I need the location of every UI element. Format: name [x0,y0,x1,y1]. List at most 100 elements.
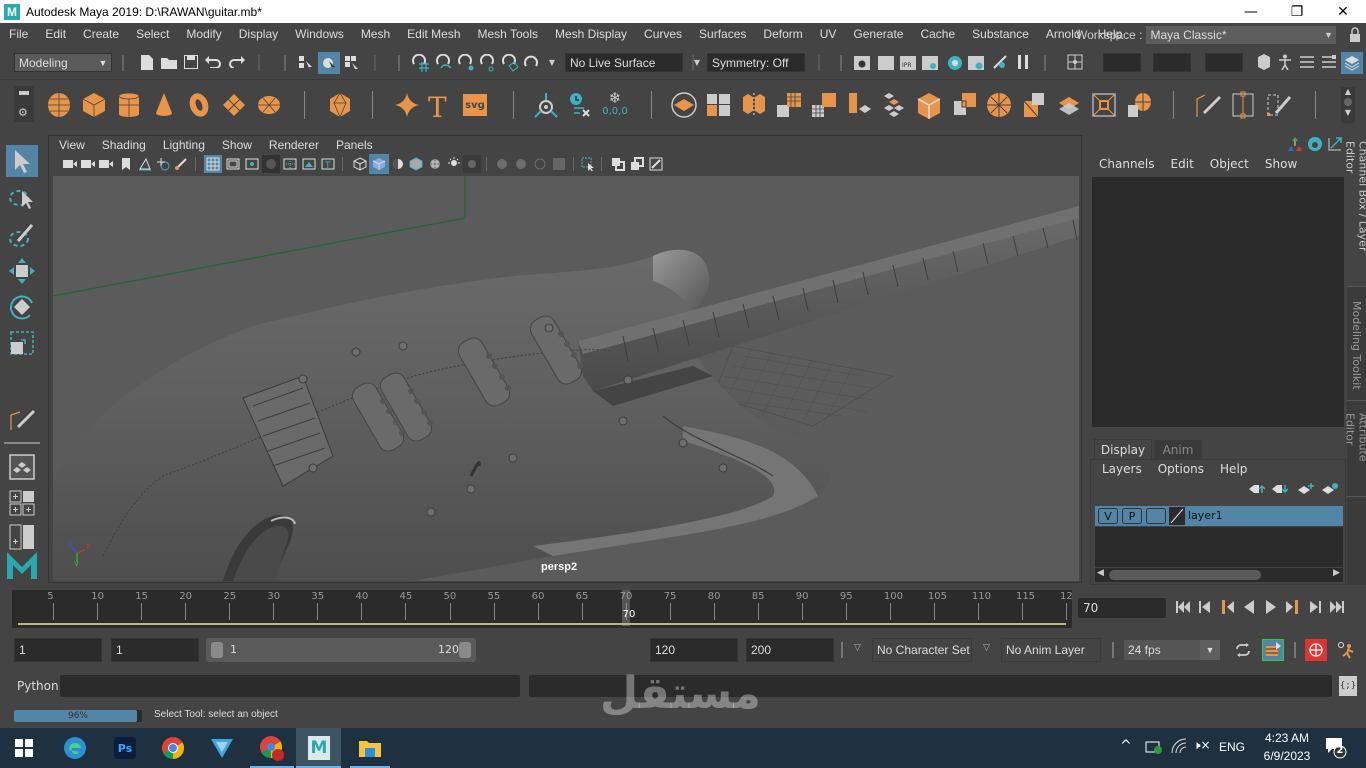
isolate-select-icon[interactable] [579,155,597,173]
minimize-button[interactable]: — [1228,0,1274,23]
scroll-left-icon[interactable]: ◀ [1097,568,1104,578]
menu-curves[interactable]: Curves [635,27,690,41]
depth-of-field-icon[interactable] [550,155,568,173]
new-layer-selected-icon[interactable] [1321,482,1339,496]
channels-menu[interactable]: Channels [1090,157,1163,171]
maximize-button[interactable]: ❐ [1274,0,1320,23]
resolution-gate-icon[interactable] [243,155,261,173]
menu-cache[interactable]: Cache [911,27,963,41]
grid-toggle-icon[interactable] [204,155,222,173]
screen-space-ao-icon[interactable] [493,155,511,173]
pause-viewport-icon[interactable] [1014,53,1032,71]
menu-mesh-display[interactable]: Mesh Display [546,27,635,41]
move-layer-down-icon[interactable] [1271,482,1289,496]
x-input[interactable] [1103,53,1141,72]
default-material-icon[interactable] [389,155,407,173]
channelbox-object-menu[interactable]: Object [1202,157,1257,171]
snap-curve-icon[interactable] [434,53,454,73]
extract-icon[interactable] [810,91,838,119]
menu-edit-mesh[interactable]: Edit Mesh [398,27,468,41]
z-input[interactable] [1205,53,1243,72]
layer-display-type-toggle[interactable] [1146,508,1166,524]
range-slider[interactable]: 1 120 [206,638,476,662]
bookmark-icon[interactable] [120,156,132,172]
textured-icon[interactable] [426,155,444,173]
new-scene-icon[interactable] [138,53,156,71]
step-back-frame-icon[interactable] [1196,598,1214,616]
delete-history-icon[interactable] [566,91,594,119]
polygon-sphere-icon[interactable] [45,91,73,119]
chrome-icon[interactable] [158,733,188,763]
tool-settings-icon[interactable] [1320,53,1338,71]
open-scene-icon[interactable] [160,53,178,71]
scroll-down-icon[interactable]: ▼ [1341,108,1355,117]
range-start-handle[interactable] [211,642,223,658]
2d-pan-zoom-icon[interactable] [155,156,171,172]
channel-box-icon[interactable] [1341,52,1363,74]
clock-date[interactable]: 6/9/2023 [1255,749,1319,763]
menu-create[interactable]: Create [74,27,127,41]
snap-grid-icon[interactable] [410,53,430,73]
workspace-dropdown[interactable]: Maya Classic* ▼ [1146,26,1337,44]
layer-visibility-toggle[interactable]: V [1098,508,1118,524]
safe-action-icon[interactable] [300,155,318,173]
file-explorer-icon[interactable] [355,733,385,763]
svg-icon[interactable]: svg [463,91,491,119]
select-hierarchy-icon[interactable] [296,53,316,73]
move-tool-icon[interactable] [6,255,38,287]
step-forward-key-icon[interactable] [1284,598,1302,616]
four-view-layout-icon[interactable] [6,487,38,519]
make-live-icon[interactable] [500,53,520,73]
channelbox-edit-menu[interactable]: Edit [1163,157,1202,171]
go-to-start-icon[interactable] [1174,598,1192,616]
freeze-transform-icon[interactable]: ❄ 0,0,0 [601,91,629,119]
hypershade-icon[interactable] [945,53,965,73]
edge-slide-icon[interactable] [1264,91,1292,119]
menu-uv[interactable]: UV [811,27,845,41]
auto-key-icon[interactable] [1305,639,1327,661]
camera-attributes-icon[interactable] [98,156,114,172]
layer-horizontal-scrollbar[interactable]: ◀ ▶ [1095,568,1343,582]
polygon-disc-icon[interactable] [255,91,283,119]
menu-windows[interactable]: Windows [286,27,352,41]
move-layer-up-icon[interactable] [1248,482,1266,496]
viewport-menu-lighting[interactable]: Lighting [153,138,212,152]
y-input[interactable] [1153,53,1191,72]
expand-icon[interactable] [1326,135,1344,153]
symmetry-dropdown-icon[interactable]: ▼ [692,57,702,67]
viewport-menu-panels[interactable]: Panels [326,138,380,152]
range-end-handle[interactable] [459,642,471,658]
maya-home-icon[interactable] [4,549,40,581]
tab-channel-box-layer-editor[interactable]: Channel Box / Layer Editor [1344,135,1366,287]
snap-options-dropdown-icon[interactable]: ▼ [547,57,557,67]
wifi-icon[interactable] [1171,738,1187,754]
photoshop-icon[interactable]: Ps [110,733,140,763]
mirror-icon[interactable] [740,91,768,119]
select-tool-icon[interactable] [6,145,38,177]
render-setup-icon[interactable] [967,53,985,71]
viewport-menu-show[interactable]: Show [212,138,259,152]
channelbox-show-menu[interactable]: Show [1257,157,1305,171]
play-backwards-icon[interactable] [1240,598,1258,616]
current-frame-field[interactable]: 70 [1078,598,1166,618]
go-to-end-icon[interactable] [1328,598,1346,616]
anti-aliasing-icon[interactable] [531,155,549,173]
insert-edge-loop-icon[interactable] [1194,91,1222,119]
fps-dropdown[interactable]: 24 fps ▼ [1124,640,1220,660]
scrollbar-thumb[interactable] [1109,570,1261,580]
play-forwards-icon[interactable] [1262,598,1280,616]
triangulate-icon[interactable] [1020,91,1048,119]
lock-icon[interactable] [1349,27,1361,43]
manipulator-icon[interactable] [1286,135,1304,153]
bridge-icon[interactable] [880,91,908,119]
vpn-icon[interactable] [207,733,237,763]
single-view-layout-icon[interactable] [6,451,38,483]
gate-mask-icon[interactable] [262,155,280,173]
time-slider[interactable]: 5 10 15 20 25 30 35 40 45 50 55 60 65 70 75 80 85 90 95 100… [12,590,1073,628]
animation-end-field[interactable]: 200 [746,638,834,662]
menu-mesh-tools[interactable]: Mesh Tools [469,27,546,41]
save-scene-icon[interactable] [182,53,200,71]
lock-camera-icon[interactable] [80,156,96,172]
render-settings-icon[interactable] [921,53,939,71]
viewport-menu-renderer[interactable]: Renderer [259,138,326,152]
